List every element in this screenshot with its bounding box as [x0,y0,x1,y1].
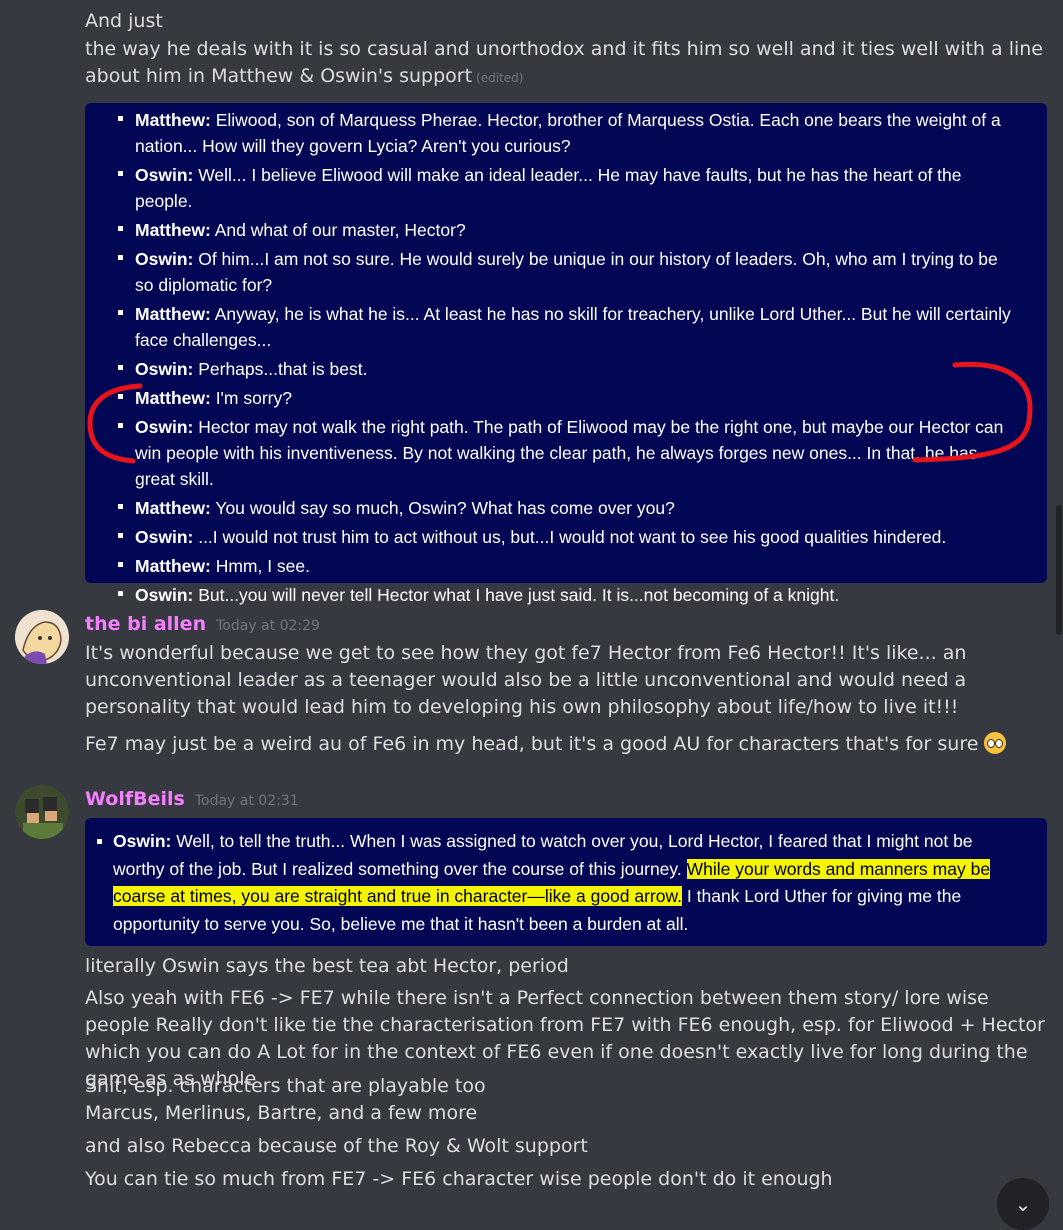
jump-to-bottom-button[interactable]: ⌄ [997,1178,1049,1230]
speaker-name: Matthew: [135,387,211,408]
support-line: Oswin: Of him...I am not so sure. He wou… [85,244,1047,299]
support-line: Matthew: Eliwood, son of Marquess Pherae… [85,105,1047,160]
support-line: Oswin: Perhaps...that is best. [85,354,1047,383]
speaker-name: Oswin: [135,584,194,605]
message-header: the bi allen Today at 02:29 [85,613,1049,635]
edited-marker: (edited) [476,71,524,85]
speaker-name: Oswin: [135,526,194,547]
support-line: Matthew: You would say so much, Oswin? W… [85,493,1047,522]
support-conversation-image[interactable]: Matthew: Eliwood, son of Marquess Pherae… [85,103,1047,605]
speaker-name: Oswin: [135,416,194,437]
speaker-name: Matthew: [135,109,211,130]
support-line: Oswin: But...you will never tell Hector … [85,580,1047,609]
speaker-name: Oswin: [135,358,194,379]
speaker-name: Matthew: [135,555,211,576]
message-text: literally Oswin says the best tea abt He… [85,955,569,977]
speaker-name: Matthew: [135,497,211,518]
dialogue-text: ...I would not trust him to act without … [193,526,947,547]
dialogue-text: Hmm, I see. [210,555,311,576]
support-line: Matthew: I'm sorry? [85,383,1047,412]
dialogue-text: You would say so much, Oswin? What has c… [210,497,675,518]
timestamp: Today at 02:31 [194,793,299,809]
username[interactable]: the bi allen [85,613,206,635]
dialogue-text: Of him...I am not so sure. He would sure… [135,248,998,295]
dialogue-text: I'm sorry? [210,387,292,408]
dialogue-text: Hector may not walk the right path. The … [135,416,1004,489]
dialogue-text: Anyway, he is what he is... At least he … [135,303,1011,350]
message-text: And just [85,10,163,32]
message-body: the way he deals with it is so casual an… [85,38,1043,87]
avatar[interactable] [15,610,69,664]
dialogue-text: Well... I believe Eliwood will make an i… [135,164,962,211]
speaker-name: Oswin: [135,248,194,269]
dialogue-text: Eliwood, son of Marquess Pherae. Hector,… [135,109,1001,156]
dialogue-text: But...you will never tell Hector what I … [193,584,840,605]
avatar[interactable] [15,785,69,839]
speaker-name: Oswin: [113,831,172,851]
message-text: It's wonderful because we get to see how… [85,642,967,718]
speaker-name: Matthew: [135,303,211,324]
message-text: and also Rebecca because of the Roy & Wo… [85,1135,588,1157]
speaker-name: Matthew: [135,219,211,240]
support-line: Oswin: Hector may not walk the right pat… [85,412,1047,493]
message-text: Fe7 may just be a weird au of Fe6 in my … [85,731,1049,758]
support-line: Matthew: Hmm, I see. [85,551,1047,580]
scrollbar[interactable] [1056,505,1062,635]
quote-image[interactable]: Oswin: Well, to tell the truth... When I… [85,818,1047,946]
timestamp: Today at 02:29 [216,618,320,634]
dialogue-text: And what of our master, Hector? [210,219,466,240]
message-header: WolfBeils Today at 02:31 [85,788,1049,810]
support-line: Matthew: And what of our master, Hector? [85,215,1047,244]
speaker-name: Oswin: [135,164,194,185]
support-line: Oswin: Well... I believe Eliwood will ma… [85,160,1047,215]
message-text: the way he deals with it is so casual an… [85,36,1049,92]
username[interactable]: WolfBeils [85,788,185,810]
message-body: Fe7 may just be a weird au of Fe6 in my … [85,733,979,755]
dialogue-text: Perhaps...that is best. [193,358,368,379]
chevron-down-icon: ⌄ [1014,1192,1032,1216]
support-line: Oswin: ...I would not trust him to act w… [85,522,1047,551]
message-text: You can tie so much from FE7 -> FE6 char… [85,1168,833,1190]
pleading-face-emoji-icon [984,732,1007,754]
message-text: Shit, esp. characters that are playable … [85,1075,486,1097]
support-line: Matthew: Anyway, he is what he is... At … [85,299,1047,354]
bullet [97,839,102,844]
message-text: Marcus, Merlinus, Bartre, and a few more [85,1102,478,1124]
